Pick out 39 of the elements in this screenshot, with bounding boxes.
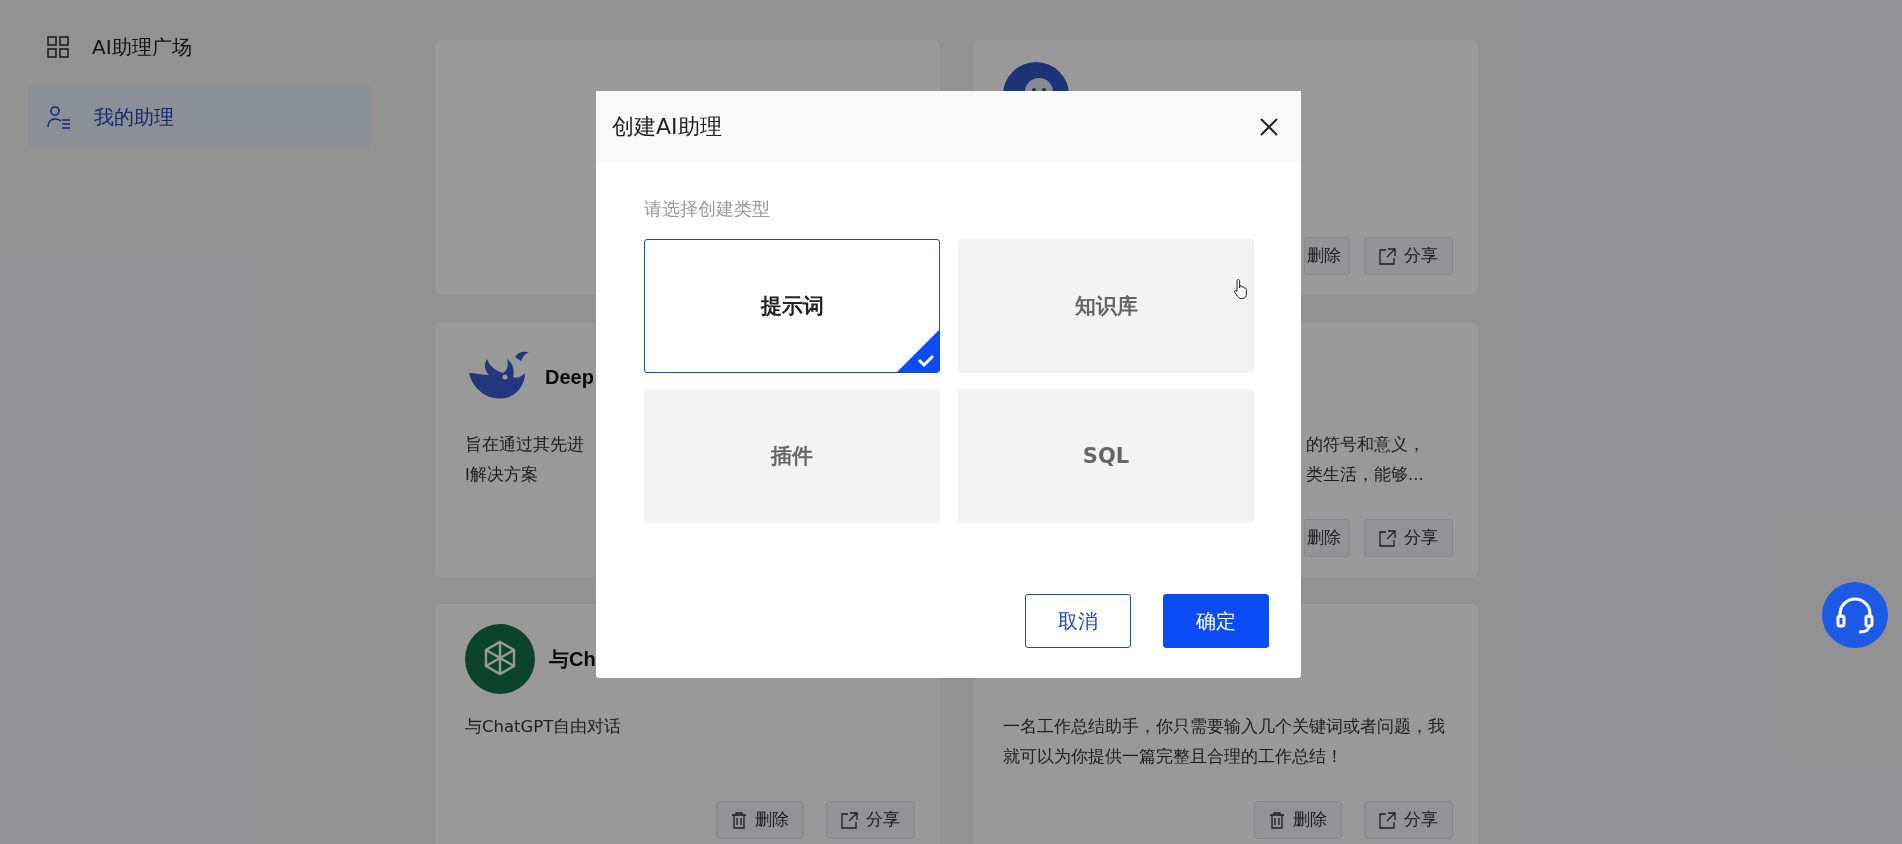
dialog-title: 创建AI助理 — [612, 113, 722, 141]
trash-icon — [1269, 811, 1285, 829]
cancel-button[interactable]: 取消 — [1025, 594, 1131, 648]
close-button[interactable] — [1259, 117, 1279, 137]
share-button[interactable]: 分享 — [1364, 519, 1453, 557]
headset-button[interactable] — [1822, 582, 1888, 648]
type-option[interactable]: 知识库 — [958, 239, 1254, 373]
sidebar-item[interactable]: 我的助理 — [28, 86, 371, 148]
card-title: Deep — [545, 365, 594, 389]
trash-icon — [731, 811, 747, 829]
share-icon — [1379, 247, 1396, 265]
share-icon — [841, 811, 858, 829]
dialog-prompt: 请选择创建类型 — [644, 197, 771, 221]
delete-button[interactable]: 删除 — [716, 801, 804, 839]
grid-icon — [46, 35, 70, 59]
share-button[interactable]: 分享 — [1364, 801, 1453, 839]
share-button[interactable]: 分享 — [826, 801, 915, 839]
check-icon — [897, 330, 939, 372]
card-description: I解决方案 — [465, 464, 538, 486]
delete-button[interactable]: 删除 — [1304, 519, 1350, 557]
share-button[interactable]: 分享 — [1364, 237, 1453, 275]
type-option[interactable]: 插件 — [644, 389, 940, 523]
user-icon — [46, 105, 72, 129]
card-title: 与Ch — [549, 646, 596, 672]
type-option[interactable]: 提示词 — [644, 239, 940, 373]
sidebar-item[interactable]: AI助理广场 — [28, 16, 371, 78]
delete-button[interactable]: 删除 — [1254, 801, 1342, 839]
share-icon — [1379, 529, 1396, 547]
card-description: 旨在通过其先进 — [465, 434, 584, 456]
card-description: 与ChatGPT自由对话 — [465, 716, 622, 738]
pointer-icon — [1233, 278, 1249, 300]
type-option[interactable]: SQL — [958, 389, 1254, 523]
card-description: 一名工作总结助手，你只需要输入几个关键词或者问题，我就可以为你提供一篇完整且合理的工作总结！ — [1003, 716, 1446, 768]
chatgpt-logo-icon — [465, 624, 535, 694]
share-icon — [1379, 811, 1396, 829]
card-description: 类生活，能够... — [1306, 464, 1424, 486]
card-description: 的符号和意义， — [1306, 434, 1425, 456]
confirm-button[interactable]: 确定 — [1163, 594, 1269, 648]
delete-button[interactable]: 删除 — [1304, 237, 1350, 275]
